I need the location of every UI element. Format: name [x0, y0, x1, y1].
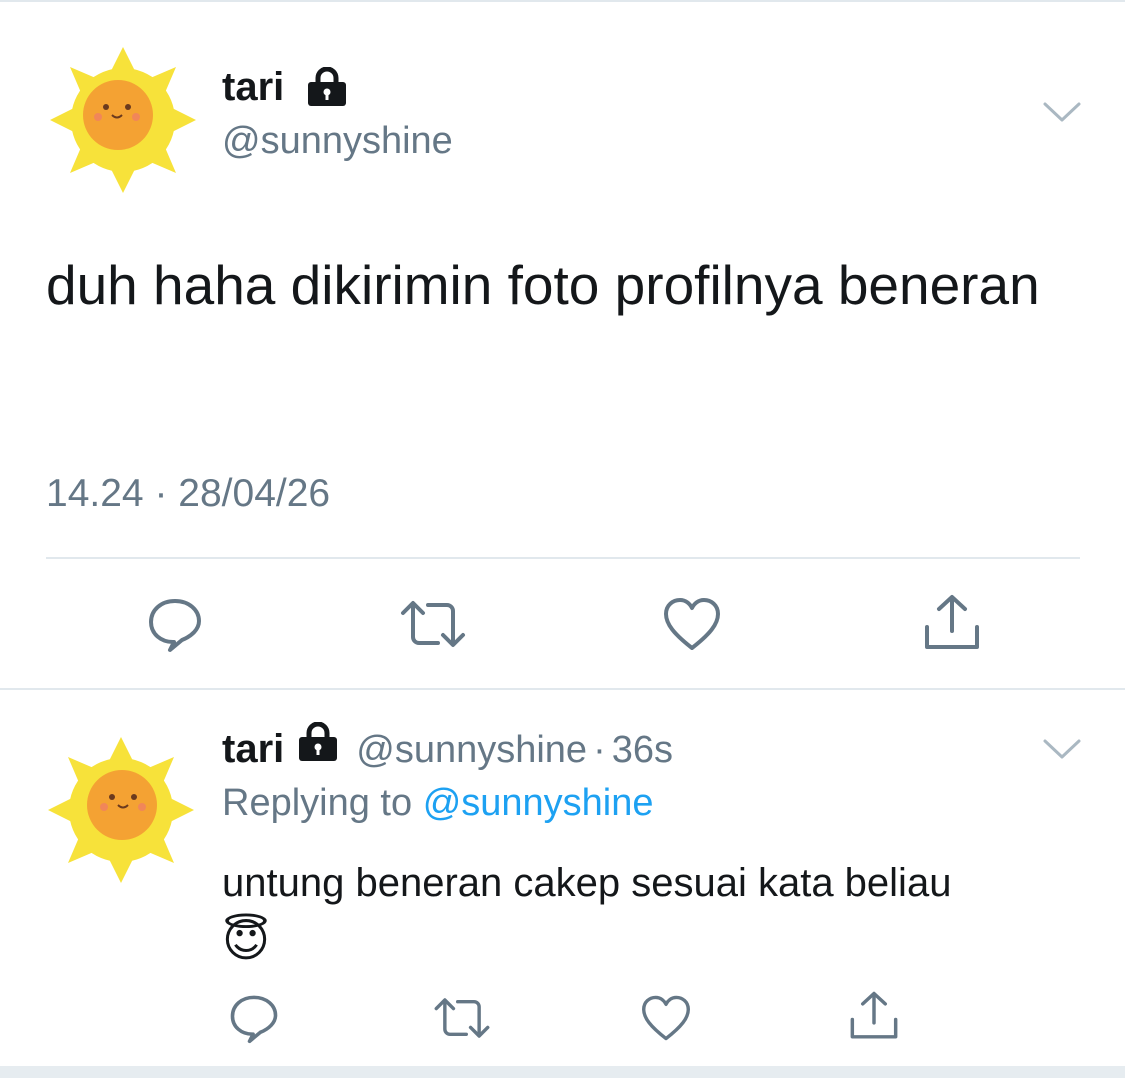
lock-icon [308, 67, 346, 106]
like-icon[interactable] [640, 994, 692, 1042]
tweet-date: 28/04/26 [178, 472, 331, 515]
bottom-separator [0, 1066, 1125, 1078]
sun-face-icon [83, 80, 153, 150]
tweet-time: 14.24 [46, 472, 144, 515]
reply-separator: · [593, 729, 606, 771]
chevron-down-icon[interactable] [1042, 737, 1082, 761]
author-name[interactable]: tari [222, 65, 284, 110]
meta-separator: · [154, 472, 168, 515]
replying-to: Replying to @sunnyshine [222, 782, 654, 825]
reply-avatar[interactable] [46, 735, 196, 885]
retweet-icon[interactable] [398, 597, 468, 651]
tweet-text: duh haha dikirimin foto profilnya benera… [46, 254, 1040, 316]
reply-text-block: untung beneran cakep sesuai kata beliau … [222, 855, 1082, 969]
author-handle[interactable]: @sunnyshine [222, 120, 453, 163]
like-icon[interactable] [662, 596, 722, 652]
retweet-icon[interactable] [432, 994, 492, 1042]
reply-age[interactable]: 36s [612, 729, 673, 772]
reply-header: tari @sunnyshine · 36s [222, 722, 673, 772]
lock-icon [299, 722, 338, 761]
reply-icon[interactable] [228, 992, 280, 1044]
top-divider [0, 0, 1125, 2]
share-icon[interactable] [848, 990, 900, 1042]
chevron-down-icon[interactable] [1042, 100, 1082, 124]
author-name-text: tari [222, 65, 285, 109]
tweet-timestamp[interactable]: 14.24 · 28/04/26 [46, 472, 330, 516]
reply-text: untung beneran cakep sesuai kata beliau [222, 861, 952, 905]
replying-to-mention[interactable]: @sunnyshine [423, 782, 654, 824]
reply-icon[interactable] [146, 595, 204, 653]
avatar[interactable] [48, 45, 198, 195]
share-icon[interactable] [922, 593, 982, 653]
divider [46, 557, 1080, 559]
emoji-halo-icon: 😇 [222, 913, 270, 967]
reply-author-handle[interactable]: @sunnyshine [356, 729, 587, 772]
section-divider [0, 688, 1125, 690]
sun-face-icon [87, 770, 157, 840]
replying-to-label: Replying to [222, 782, 413, 824]
reply-author-name[interactable]: tari [222, 727, 284, 772]
